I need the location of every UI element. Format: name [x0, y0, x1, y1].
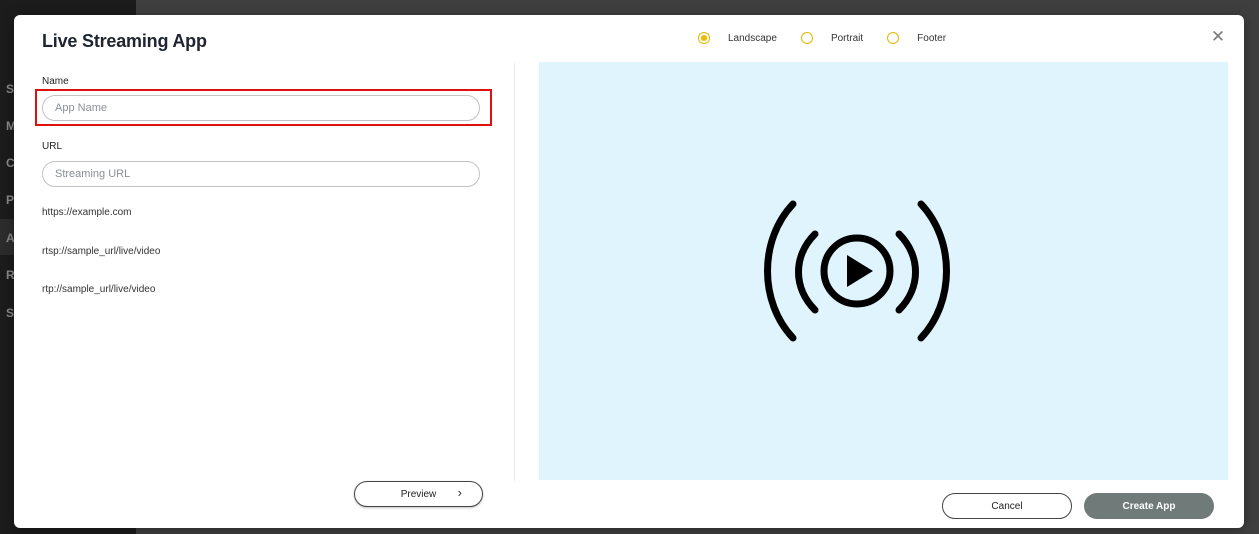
cancel-button[interactable]: Cancel: [942, 493, 1072, 519]
example-url: https://example.com: [42, 207, 132, 218]
panel-divider: [514, 63, 515, 481]
background-sidebar-item: S: [6, 82, 15, 96]
live-stream-play-icon: [764, 200, 950, 342]
app-name-input[interactable]: [42, 95, 480, 121]
background-sidebar-item: P: [6, 193, 15, 207]
preview-area: [539, 62, 1228, 480]
orientation-option-footer[interactable]: Footer: [887, 32, 946, 44]
orientation-option-portrait[interactable]: Portrait: [800, 32, 864, 44]
preview-button[interactable]: Preview ›: [354, 481, 483, 507]
orientation-radio-group: Landscape Portrait Footer: [698, 30, 970, 46]
preview-button-label: Preview: [400, 488, 437, 500]
radio-checked-icon[interactable]: [698, 32, 710, 44]
url-label: URL: [42, 141, 63, 152]
name-label: Name: [42, 76, 69, 87]
modal-title: Live Streaming App: [42, 31, 207, 51]
chevron-right-icon: ›: [457, 485, 462, 500]
create-app-modal: Live Streaming App Landscape Portrait Fo…: [14, 15, 1244, 528]
orientation-label: Footer: [917, 32, 947, 44]
radio-unchecked-icon[interactable]: [800, 32, 813, 44]
orientation-option-landscape[interactable]: Landscape: [698, 32, 777, 44]
cancel-button-label: Cancel: [991, 500, 1023, 512]
radio-unchecked-icon[interactable]: [887, 32, 900, 44]
streaming-url-input[interactable]: [42, 161, 480, 187]
background-sidebar-item: S: [6, 306, 15, 320]
create-app-button[interactable]: Create App: [1084, 493, 1214, 519]
orientation-label: Portrait: [830, 32, 864, 44]
create-app-button-label: Create App: [1122, 500, 1176, 512]
example-url: rtsp://sample_url/live/video: [42, 246, 161, 257]
orientation-label: Landscape: [728, 32, 777, 44]
example-url: rtp://sample_url/live/video: [42, 284, 156, 295]
close-icon[interactable]: ✕: [1210, 28, 1226, 45]
